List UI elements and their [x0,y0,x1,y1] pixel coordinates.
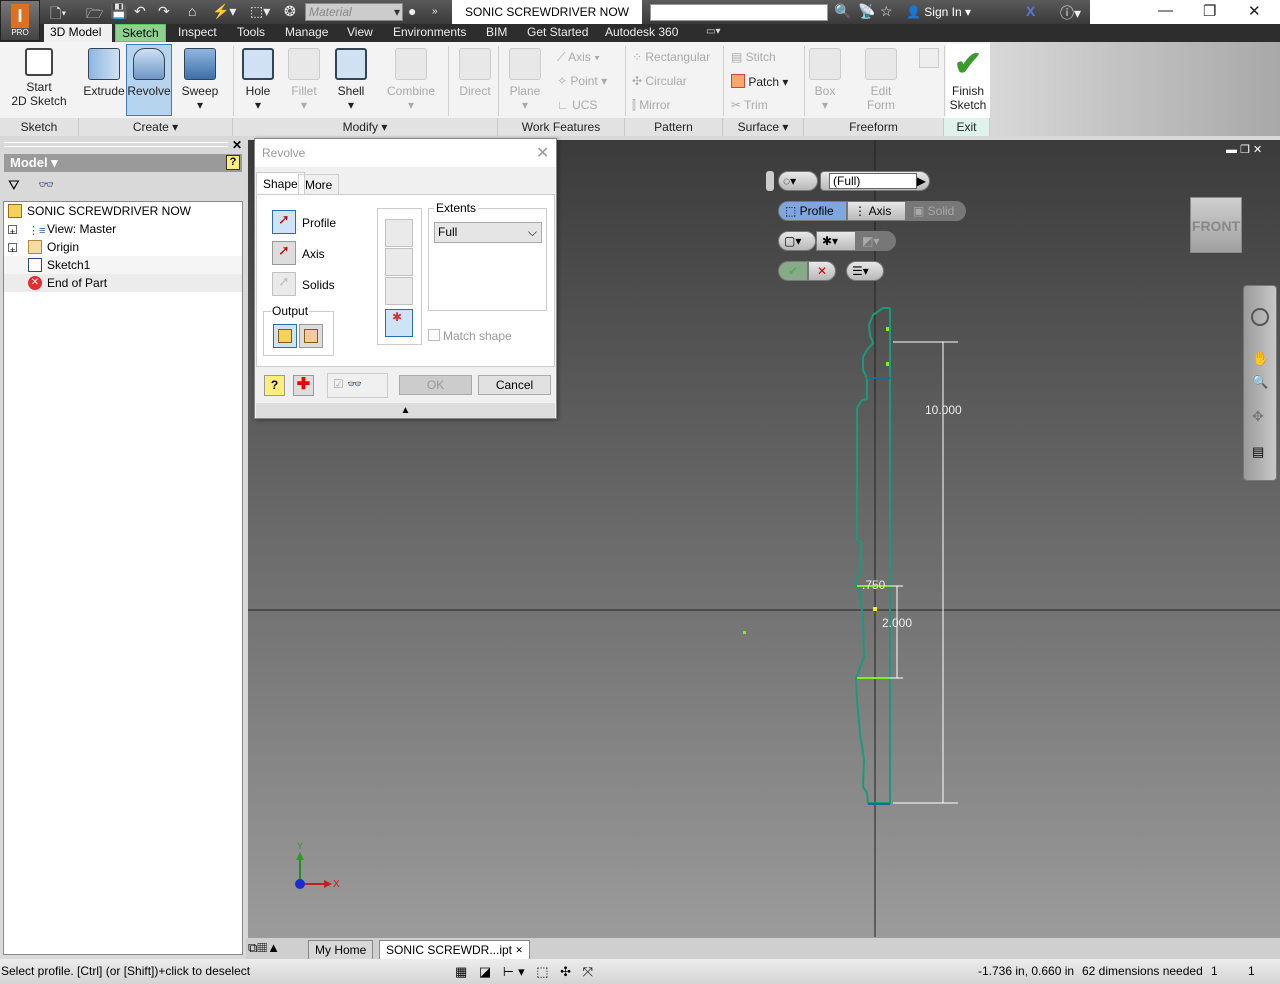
new-solid-icon: ✱ [392,310,403,324]
cursor-icon: ➚ [278,273,290,289]
output-label: Output [271,304,310,318]
status-prompt: Select profile. [Ctrl] (or [Shift])+clic… [1,964,251,978]
extent-field[interactable]: (Full) ▶ [820,171,930,191]
preview-toggle[interactable]: ☑ 👓 [327,373,388,398]
cursor-icon: ➚ [278,211,290,227]
doc-tab-close-icon[interactable]: ✕ [515,945,523,955]
operation-dropdown[interactable]: ◌▾ [778,171,818,191]
minitoolbar-options-dropdown[interactable]: ☰▾ [846,261,884,281]
zoom-icon[interactable]: 🔍 [1252,374,1268,390]
minitoolbar-grip[interactable] [766,171,774,191]
solids-selector[interactable]: ➚ [272,272,296,296]
status-count-1: 1 [1211,964,1218,978]
doc-tab-part[interactable]: SONIC SCREWDR...ipt ✕ [379,940,530,959]
output-surface-button[interactable] [299,324,323,348]
collapse-arrow-icon[interactable]: ▲ [256,403,555,418]
dimension-height-label[interactable]: 2.000 [882,616,912,630]
minitoolbar-ok-button[interactable]: ✔ [778,261,808,281]
surface-icon [304,329,318,343]
minitoolbar-solid-button[interactable]: ▣ Solid [906,201,966,221]
minitoolbar-axis-button[interactable]: ⋮ Axis [847,201,906,221]
sketch-canvas [248,140,1280,937]
match-shape-dropdown[interactable]: ◩▾ [856,231,896,251]
minitoolbar-cancel-button[interactable]: ✕ [808,261,836,281]
play-icon: ▶ [916,174,926,188]
sketch-tools-icons[interactable]: ▦ ◪ ⊢▾ ⬚ ✣ ⤧ [455,959,597,984]
cut-button[interactable] [385,248,413,276]
profile-label: Profile [302,216,337,230]
output-solid-button[interactable] [273,324,297,348]
add-button[interactable]: ✚ [293,375,314,396]
help-button[interactable]: ? [264,375,285,396]
extents-dropdown[interactable]: Full ⌵ [434,222,542,243]
sketch-point [886,362,889,366]
application-menu-button[interactable]: I PRO [0,0,40,41]
navigation-bar: ✋ 🔍 ✥ ▤ [1243,285,1277,481]
screwdriver-profile [853,307,891,804]
triad-y-label: Y [297,841,304,851]
solid-icon [278,329,292,343]
doc-tab-label: SONIC SCREWDR...ipt [386,943,513,957]
status-bar: Select profile. [Ctrl] (or [Shift])+clic… [0,959,1280,984]
ok-button[interactable]: OK [399,375,472,395]
extent-value[interactable]: (Full) [829,173,917,189]
viewcube[interactable]: FRONT [1190,197,1242,253]
coordinate-triad [295,852,332,889]
dialog-title: Revolve [255,139,556,167]
doc-tab-my-home[interactable]: My Home [308,940,374,959]
steering-wheel-icon[interactable] [1251,308,1269,326]
cursor-icon: ➚ [278,242,290,258]
intersect-button[interactable] [385,277,413,305]
pan-icon[interactable]: ✋ [1252,350,1269,367]
cursor-coordinates: -1.736 in, 0.660 in [978,964,1075,978]
minitoolbar-profile-button[interactable]: ⬚ Profile [778,201,847,221]
status-count-2: 1 [1248,964,1255,978]
solids-label: Solids [302,278,335,292]
extents-label: Extents [434,201,479,215]
center-point [873,607,877,611]
join-button[interactable] [385,219,413,247]
profile-label: Profile [799,204,834,218]
axis-label: Axis [868,204,892,218]
inventor-logo-icon: I [11,4,29,28]
axis-selector[interactable]: ➚ [272,241,296,265]
tab-more[interactable]: More [298,174,340,194]
new-solid-button[interactable]: ✱ [385,309,413,337]
cascade-windows-icon[interactable]: ⧉▦▲ [248,940,280,956]
profile-selector[interactable]: ➚ [272,210,296,234]
dimension-2 [890,585,903,679]
triad-x-label: X [333,879,340,890]
solid-label: Solid [927,204,955,218]
sketch-point [743,631,746,634]
dimensions-needed: 62 dimensions needed [1082,964,1203,978]
chevron-down-icon: ⌵ [527,225,537,239]
output-solid-dropdown[interactable]: ▢▾ [778,231,816,251]
new-solid-dropdown[interactable]: ✱▾ [816,231,856,251]
sketch-point [886,327,889,331]
dialog-close-icon[interactable]: ✕ [536,143,549,163]
dimension-width-label[interactable]: .750 [862,578,885,592]
orbit-icon[interactable]: ✥ [1252,408,1264,425]
match-shape-checkbox[interactable] [428,329,440,341]
axis-label: Axis [302,247,325,261]
extents-value: Full [438,225,458,239]
cancel-button[interactable]: Cancel [478,375,551,395]
revolve-dialog: Revolve ✕ Shape More ➚ Profile ➚ Axis ➚ … [254,138,557,419]
pro-badge: PRO [11,28,29,37]
match-shape-label: Match shape [443,329,512,343]
look-at-icon[interactable]: ▤ [1252,444,1264,460]
dimension-length-label[interactable]: 10.000 [925,403,962,417]
